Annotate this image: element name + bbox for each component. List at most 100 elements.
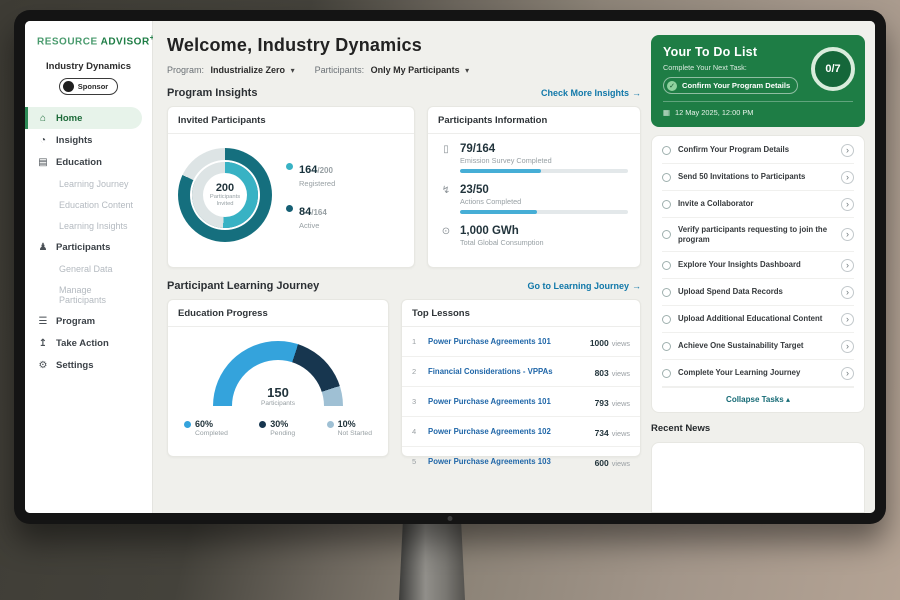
section-title: Program Insights bbox=[167, 87, 257, 99]
sidebar-item-manage-participants[interactable]: Manage Participants bbox=[25, 279, 152, 310]
invited-donut: 200 Participants Invited bbox=[178, 148, 272, 242]
monitor-stand bbox=[399, 520, 465, 600]
task-item-8[interactable]: Achieve One Sustainability Target › bbox=[662, 333, 854, 360]
task-item-6[interactable]: Upload Spend Data Records › bbox=[662, 279, 854, 306]
legend-item-registered: 164/200 Registered bbox=[286, 160, 335, 188]
chevron-right-icon[interactable]: › bbox=[841, 171, 854, 184]
education-gauge: 150 Participants bbox=[213, 341, 343, 407]
task-checkbox[interactable] bbox=[662, 288, 671, 297]
todo-progress-badge: 0/7 bbox=[811, 47, 855, 91]
chevron-right-icon[interactable]: › bbox=[841, 340, 854, 353]
chevron-right-icon[interactable]: › bbox=[841, 367, 854, 380]
home-icon: ⌂ bbox=[37, 113, 49, 124]
lesson-row: 3 Power Purchase Agreements 101 793views bbox=[402, 387, 640, 417]
collapse-up-icon: ▴ bbox=[786, 395, 790, 404]
program-insights-cards: Invited Participants 200 Participants In… bbox=[167, 106, 641, 268]
task-item-2[interactable]: Send 50 Invitations to Participants › bbox=[662, 164, 854, 191]
sidebar-item-label: Manage Participants bbox=[59, 285, 140, 305]
card-title: Top Lessons bbox=[402, 300, 640, 327]
task-item-7[interactable]: Upload Additional Educational Content › bbox=[662, 306, 854, 333]
task-item-4[interactable]: Verify participants requesting to join t… bbox=[662, 218, 854, 252]
task-checkbox[interactable] bbox=[662, 200, 671, 209]
sidebar-item-participants[interactable]: ♟ Participants bbox=[25, 236, 152, 258]
progress-track bbox=[460, 210, 628, 214]
invited-donut-center: 200 Participants Invited bbox=[203, 173, 247, 217]
lesson-row: 4 Power Purchase Agreements 102 734views bbox=[402, 417, 640, 447]
program-filter-value: Industrialize Zero bbox=[211, 65, 286, 75]
chevron-right-icon[interactable]: › bbox=[841, 198, 854, 211]
sidebar-item-label: General Data bbox=[59, 264, 113, 274]
lesson-link[interactable]: Power Purchase Agreements 102 bbox=[428, 427, 587, 436]
participants-filter[interactable]: Participants: Only My Participants ▾ bbox=[315, 65, 470, 75]
settings-icon: ⚙ bbox=[37, 360, 49, 371]
sidebar-item-settings[interactable]: ⚙ Settings bbox=[25, 354, 152, 376]
chevron-right-icon[interactable]: › bbox=[841, 259, 854, 272]
content-column: Welcome, Industry Dynamics Program: Indu… bbox=[167, 35, 641, 513]
sidebar-item-label: Home bbox=[56, 113, 82, 124]
recent-news-title: Recent News bbox=[651, 423, 865, 434]
chevron-right-icon[interactable]: › bbox=[841, 144, 854, 157]
task-item-3[interactable]: Invite a Collaborator › bbox=[662, 191, 854, 218]
check-more-insights-link[interactable]: Check More Insights→ bbox=[541, 88, 641, 98]
task-checkbox[interactable] bbox=[662, 261, 671, 270]
task-checkbox[interactable] bbox=[662, 230, 671, 239]
lesson-row: 2 Financial Considerations - VPPAs 803vi… bbox=[402, 357, 640, 387]
education-progress-card: Education Progress 150 Participants bbox=[167, 299, 389, 457]
collapse-tasks-button[interactable]: Collapse Tasks ▴ bbox=[662, 387, 854, 410]
task-item-5[interactable]: Explore Your Insights Dashboard › bbox=[662, 252, 854, 279]
sidebar-item-education-content[interactable]: Education Content bbox=[25, 194, 152, 215]
sidebar-item-education[interactable]: ▤ Education bbox=[25, 151, 152, 173]
logo-resource-text: RESOURCE bbox=[37, 36, 98, 47]
lesson-row: 1 Power Purchase Agreements 101 1000view… bbox=[402, 327, 640, 357]
participants-icon: ♟ bbox=[37, 242, 49, 253]
section-title: Participant Learning Journey bbox=[167, 280, 319, 292]
task-item-1[interactable]: Confirm Your Program Details › bbox=[662, 137, 854, 164]
sponsor-badge: Sponsor bbox=[59, 78, 118, 95]
program-filter-label: Program: bbox=[167, 65, 204, 75]
sidebar-item-label: Take Action bbox=[56, 338, 109, 349]
go-to-learning-journey-link[interactable]: Go to Learning Journey→ bbox=[527, 281, 641, 291]
info-card-body: ▯ 79/164 Emission Survey Completed ↯ bbox=[428, 134, 640, 256]
lesson-link[interactable]: Power Purchase Agreements 101 bbox=[428, 397, 587, 406]
todo-header-card: Your To Do List 0/7 Complete Your Next T… bbox=[651, 35, 865, 127]
task-checkbox[interactable] bbox=[662, 369, 671, 378]
task-checkbox[interactable] bbox=[662, 315, 671, 324]
legend-item-not-started: 10% Not Started bbox=[327, 419, 372, 437]
sidebar-item-label: Education bbox=[56, 157, 102, 168]
legend-item-active: 84/164 Active bbox=[286, 202, 335, 230]
sidebar-item-program[interactable]: ☰ Program bbox=[25, 310, 152, 332]
actions-icon: ↯ bbox=[440, 185, 452, 214]
task-item-9[interactable]: Complete Your Learning Journey › bbox=[662, 360, 854, 387]
sidebar-item-label: Learning Journey bbox=[59, 179, 129, 189]
participants-information-card: Participants Information ▯ 79/164 Emissi… bbox=[427, 106, 641, 268]
task-checkbox[interactable] bbox=[662, 342, 671, 351]
lesson-link[interactable]: Financial Considerations - VPPAs bbox=[428, 367, 587, 376]
sidebar-item-learning-insights[interactable]: Learning Insights bbox=[25, 215, 152, 236]
progress-track bbox=[460, 169, 628, 173]
lesson-link[interactable]: Power Purchase Agreements 103 bbox=[428, 457, 587, 466]
sidebar-item-learning-journey[interactable]: Learning Journey bbox=[25, 173, 152, 194]
lesson-link[interactable]: Power Purchase Agreements 101 bbox=[428, 337, 582, 346]
todo-tasks-card: Confirm Your Program Details › Send 50 I… bbox=[651, 135, 865, 413]
program-filter[interactable]: Program: Industrialize Zero ▾ bbox=[167, 65, 295, 75]
arrow-right-icon: → bbox=[632, 281, 641, 291]
task-checkbox[interactable] bbox=[662, 146, 671, 155]
sidebar-item-label: Insights bbox=[56, 135, 92, 146]
survey-icon: ▯ bbox=[440, 144, 452, 173]
sidebar-item-label: Program bbox=[56, 316, 95, 327]
sidebar-item-general-data[interactable]: General Data bbox=[25, 258, 152, 279]
sponsor-icon bbox=[63, 81, 74, 92]
card-title: Participants Information bbox=[428, 107, 640, 134]
task-checkbox[interactable] bbox=[662, 173, 671, 182]
donut-center-value: 200 bbox=[216, 182, 234, 194]
chevron-right-icon[interactable]: › bbox=[841, 286, 854, 299]
todo-next-task[interactable]: ✓ Confirm Your Program Details bbox=[663, 77, 798, 94]
sidebar-item-take-action[interactable]: ↥ Take Action bbox=[25, 332, 152, 354]
learning-journey-header: Participant Learning Journey Go to Learn… bbox=[167, 280, 641, 292]
sidebar-item-insights[interactable]: ◔ Insights bbox=[25, 129, 152, 151]
sidebar-item-home[interactable]: ⌂ Home bbox=[25, 107, 142, 129]
progress-fill bbox=[460, 169, 541, 173]
chevron-right-icon[interactable]: › bbox=[841, 313, 854, 326]
org-name: Industry Dynamics bbox=[25, 61, 152, 72]
chevron-right-icon[interactable]: › bbox=[841, 228, 854, 241]
